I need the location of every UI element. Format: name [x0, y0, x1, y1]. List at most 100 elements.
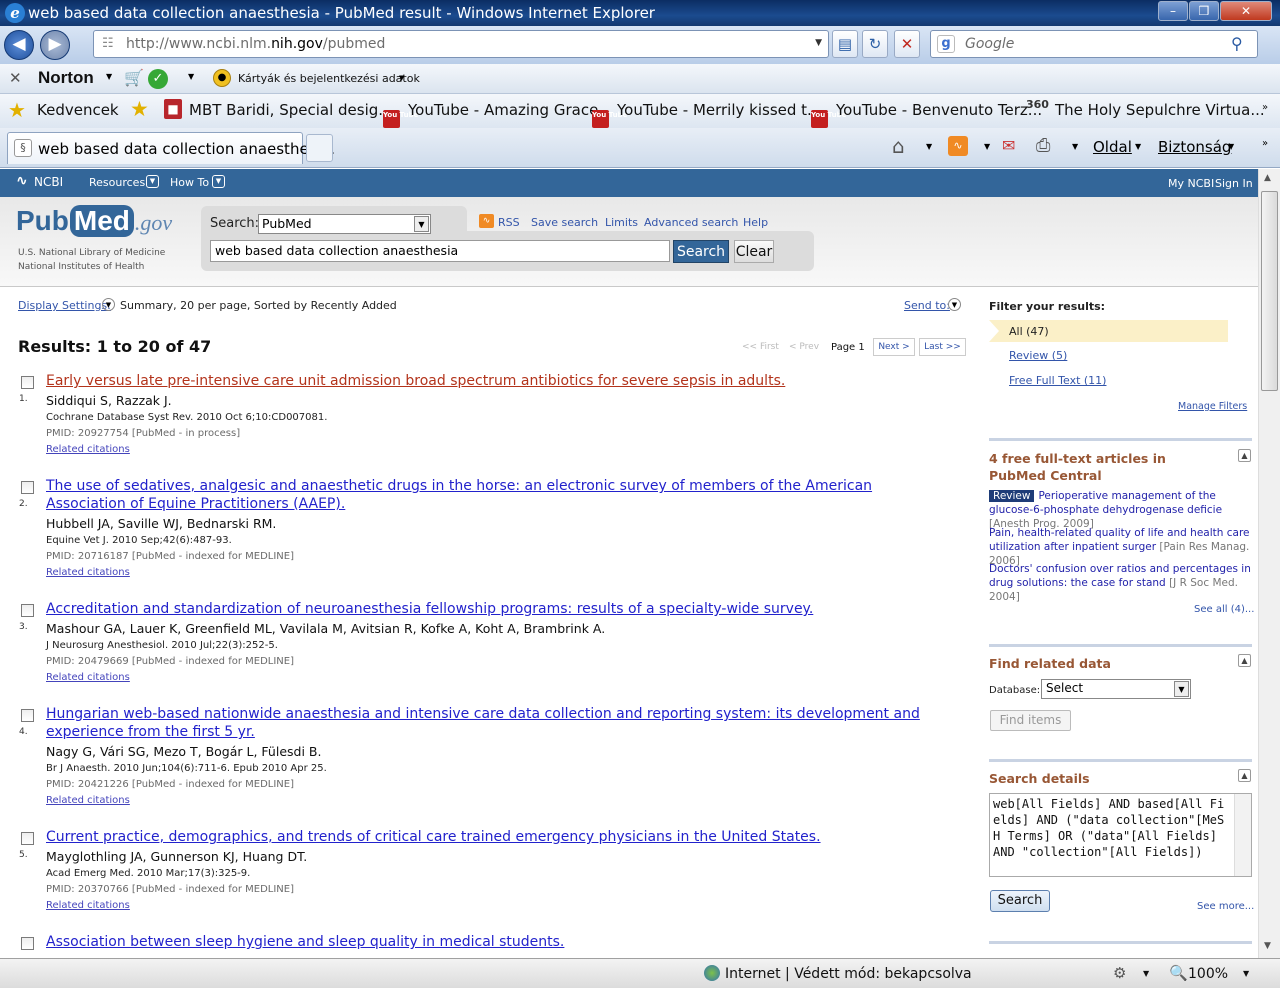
result-title-link[interactable]: Hungarian web-based nationwide anaesthes… [46, 705, 956, 741]
scroll-up-icon[interactable]: ▲ [1264, 173, 1271, 183]
cart-icon[interactable]: 🛒 [124, 68, 144, 87]
chevron-down-icon[interactable]: ▼ [146, 175, 159, 188]
scroll-down-icon[interactable]: ▼ [1264, 941, 1271, 951]
result-checkbox[interactable] [21, 937, 34, 950]
search-button[interactable]: Search [673, 240, 729, 263]
safety-menu[interactable]: Biztonság [1158, 138, 1231, 156]
database-select[interactable]: PubMed ▼ [258, 214, 431, 234]
chevron-down-icon[interactable]: ▼ [212, 175, 225, 188]
pager-next[interactable]: Next > [873, 338, 915, 356]
compatibility-icon[interactable]: ▤ [832, 30, 858, 58]
protected-mode-icon[interactable]: ⚙ [1113, 964, 1126, 982]
related-citations-link[interactable]: Related citations [46, 444, 130, 455]
details-search-button[interactable]: Search [990, 890, 1050, 912]
new-tab-button[interactable] [306, 134, 333, 162]
address-bar[interactable]: ☷ http://www.ncbi.nlm.nih.gov/pubmed ▼ [93, 30, 829, 58]
search-icon[interactable]: ⚲ [1231, 34, 1243, 53]
chevron-down-icon[interactable]: ▼ [102, 298, 115, 311]
related-citations-link[interactable]: Related citations [46, 795, 130, 806]
filter-review[interactable]: Review (5) [1009, 349, 1067, 362]
help-link[interactable]: Help [743, 216, 768, 229]
free-article-link[interactable]: Doctors' confusion over ratios and perce… [989, 562, 1252, 604]
resources-menu[interactable]: Resources [89, 176, 145, 189]
pager-last[interactable]: Last >> [919, 338, 966, 356]
page-dropdown-icon[interactable]: ▼ [1135, 142, 1141, 151]
back-button[interactable]: ◀ [4, 30, 34, 60]
related-citations-link[interactable]: Related citations [46, 567, 130, 578]
filter-free-full-text[interactable]: Free Full Text (11) [1009, 374, 1106, 387]
result-checkbox[interactable] [21, 376, 34, 389]
favorite-link-benvenuto[interactable]: YouTube - Benvenuto Terz... [836, 101, 1042, 119]
favorite-link-amazing-grace[interactable]: YouTube - Amazing Grace [408, 101, 598, 119]
limits-link[interactable]: Limits [605, 216, 638, 229]
sign-in-link[interactable]: Sign In [1215, 177, 1253, 190]
display-settings-link[interactable]: Display Settings: [18, 299, 111, 312]
pubmed-logo[interactable]: Pub Med .gov [16, 205, 172, 237]
close-toolbar-icon[interactable]: ✕ [9, 69, 22, 87]
result-checkbox[interactable] [21, 832, 34, 845]
related-citations-link[interactable]: Related citations [46, 672, 130, 683]
advanced-search-link[interactable]: Advanced search [644, 216, 738, 229]
free-article-link[interactable]: Review Perioperative management of the gl… [989, 489, 1252, 531]
page-menu[interactable]: Oldal [1093, 138, 1132, 156]
result-title-link[interactable]: Association between sleep hygiene and sl… [46, 933, 956, 951]
my-ncbi-link[interactable]: My NCBI [1168, 177, 1214, 190]
stop-icon[interactable]: ✕ [894, 30, 920, 58]
favorite-link-merrily[interactable]: YouTube - Merrily kissed t... [617, 101, 821, 119]
result-title-link[interactable]: Current practice, demographics, and tren… [46, 828, 956, 846]
ncbi-logo[interactable]: NCBI [34, 175, 63, 189]
commandbar-overflow-icon[interactable]: » [1262, 138, 1268, 149]
clear-button[interactable]: Clear [734, 240, 774, 263]
home-dropdown-icon[interactable]: ▼ [926, 142, 932, 151]
norton-brand[interactable]: Norton [38, 68, 94, 88]
page-scrollbar[interactable]: ▲ ▼ [1258, 169, 1280, 958]
favorites-overflow-icon[interactable]: » [1262, 102, 1268, 113]
minimize-button[interactable]: – [1158, 1, 1188, 21]
result-checkbox[interactable] [21, 604, 34, 617]
norton-dropdown-icon[interactable]: ▼ [106, 72, 112, 81]
search-term-input[interactable]: web based data collection anaesthesia [210, 240, 670, 262]
cards-button[interactable]: Kártyák és bejelentkezési adatok [238, 72, 420, 85]
search-details-textarea[interactable]: web[All Fields] AND based[All Fields] AN… [989, 793, 1252, 877]
result-title-link[interactable]: The use of sedatives, analgesic and anae… [46, 477, 956, 513]
security-zone[interactable]: Internet | Védett mód: bekapcsolva [725, 966, 972, 982]
manage-filters-link[interactable]: Manage Filters [1178, 401, 1247, 412]
related-citations-link[interactable]: Related citations [46, 900, 130, 911]
collapse-icon[interactable]: ▲ [1238, 769, 1251, 782]
see-all-link[interactable]: See all (4)... [1194, 604, 1254, 615]
settings-dropdown-icon[interactable]: ▼ [1143, 969, 1149, 978]
chevron-down-icon[interactable]: ▼ [948, 298, 961, 311]
rss-dropdown-icon[interactable]: ▼ [984, 142, 990, 151]
chevron-down-icon[interactable]: ▼ [414, 216, 429, 232]
close-button[interactable]: ✕ [1220, 1, 1272, 21]
address-dropdown-icon[interactable]: ▼ [815, 38, 822, 48]
zoom-dropdown-icon[interactable]: ▼ [1243, 969, 1249, 978]
filter-all[interactable]: All (47) [1009, 325, 1258, 338]
home-icon[interactable]: ⌂ [892, 134, 905, 158]
maximize-button[interactable]: ❒ [1189, 1, 1219, 21]
collapse-icon[interactable]: ▲ [1238, 449, 1251, 462]
add-favorite-icon[interactable]: ★ [130, 97, 149, 121]
print-icon[interactable]: ⎙ [1036, 135, 1050, 156]
favorites-button[interactable]: Kedvencek [37, 101, 119, 119]
favorite-link-sepulchre[interactable]: The Holy Sepulchre Virtua... [1055, 101, 1265, 119]
result-title-link[interactable]: Accreditation and standardization of neu… [46, 600, 956, 618]
see-more-link[interactable]: See more... [1197, 901, 1254, 912]
result-checkbox[interactable] [21, 709, 34, 722]
howto-menu[interactable]: How To [170, 176, 209, 189]
search-box[interactable]: g Google ⚲ [930, 30, 1258, 58]
chevron-down-icon[interactable]: ▼ [1174, 681, 1189, 697]
result-title-link[interactable]: Early versus late pre-intensive care uni… [46, 372, 956, 390]
refresh-icon[interactable]: ↻ [862, 30, 888, 58]
related-database-select[interactable]: Select ▼ [1041, 679, 1191, 699]
safety-dropdown-icon[interactable]: ▼ [1228, 142, 1234, 151]
mail-icon[interactable]: ✉ [1002, 136, 1015, 155]
favorite-link-mbt[interactable]: MBT Baridi, Special desig... [189, 101, 393, 119]
result-checkbox[interactable] [21, 481, 34, 494]
cards-dropdown-icon[interactable]: ▼ [399, 74, 404, 82]
send-to-link[interactable]: Send to: [904, 299, 950, 312]
forward-button[interactable]: ▶ [40, 30, 70, 60]
scrollbar-thumb[interactable] [1261, 191, 1278, 391]
zoom-level[interactable]: 100% [1188, 966, 1228, 982]
print-dropdown-icon[interactable]: ▼ [1072, 142, 1078, 151]
